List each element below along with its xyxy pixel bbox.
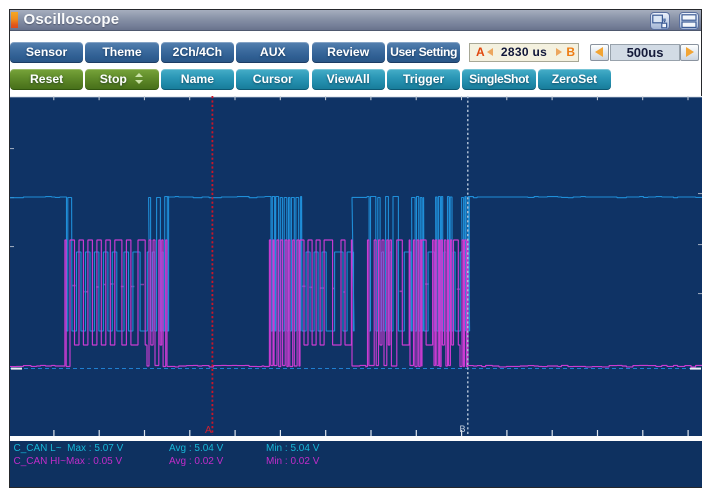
svg-text:A: A — [205, 425, 212, 436]
svg-text:B: B — [460, 424, 466, 434]
